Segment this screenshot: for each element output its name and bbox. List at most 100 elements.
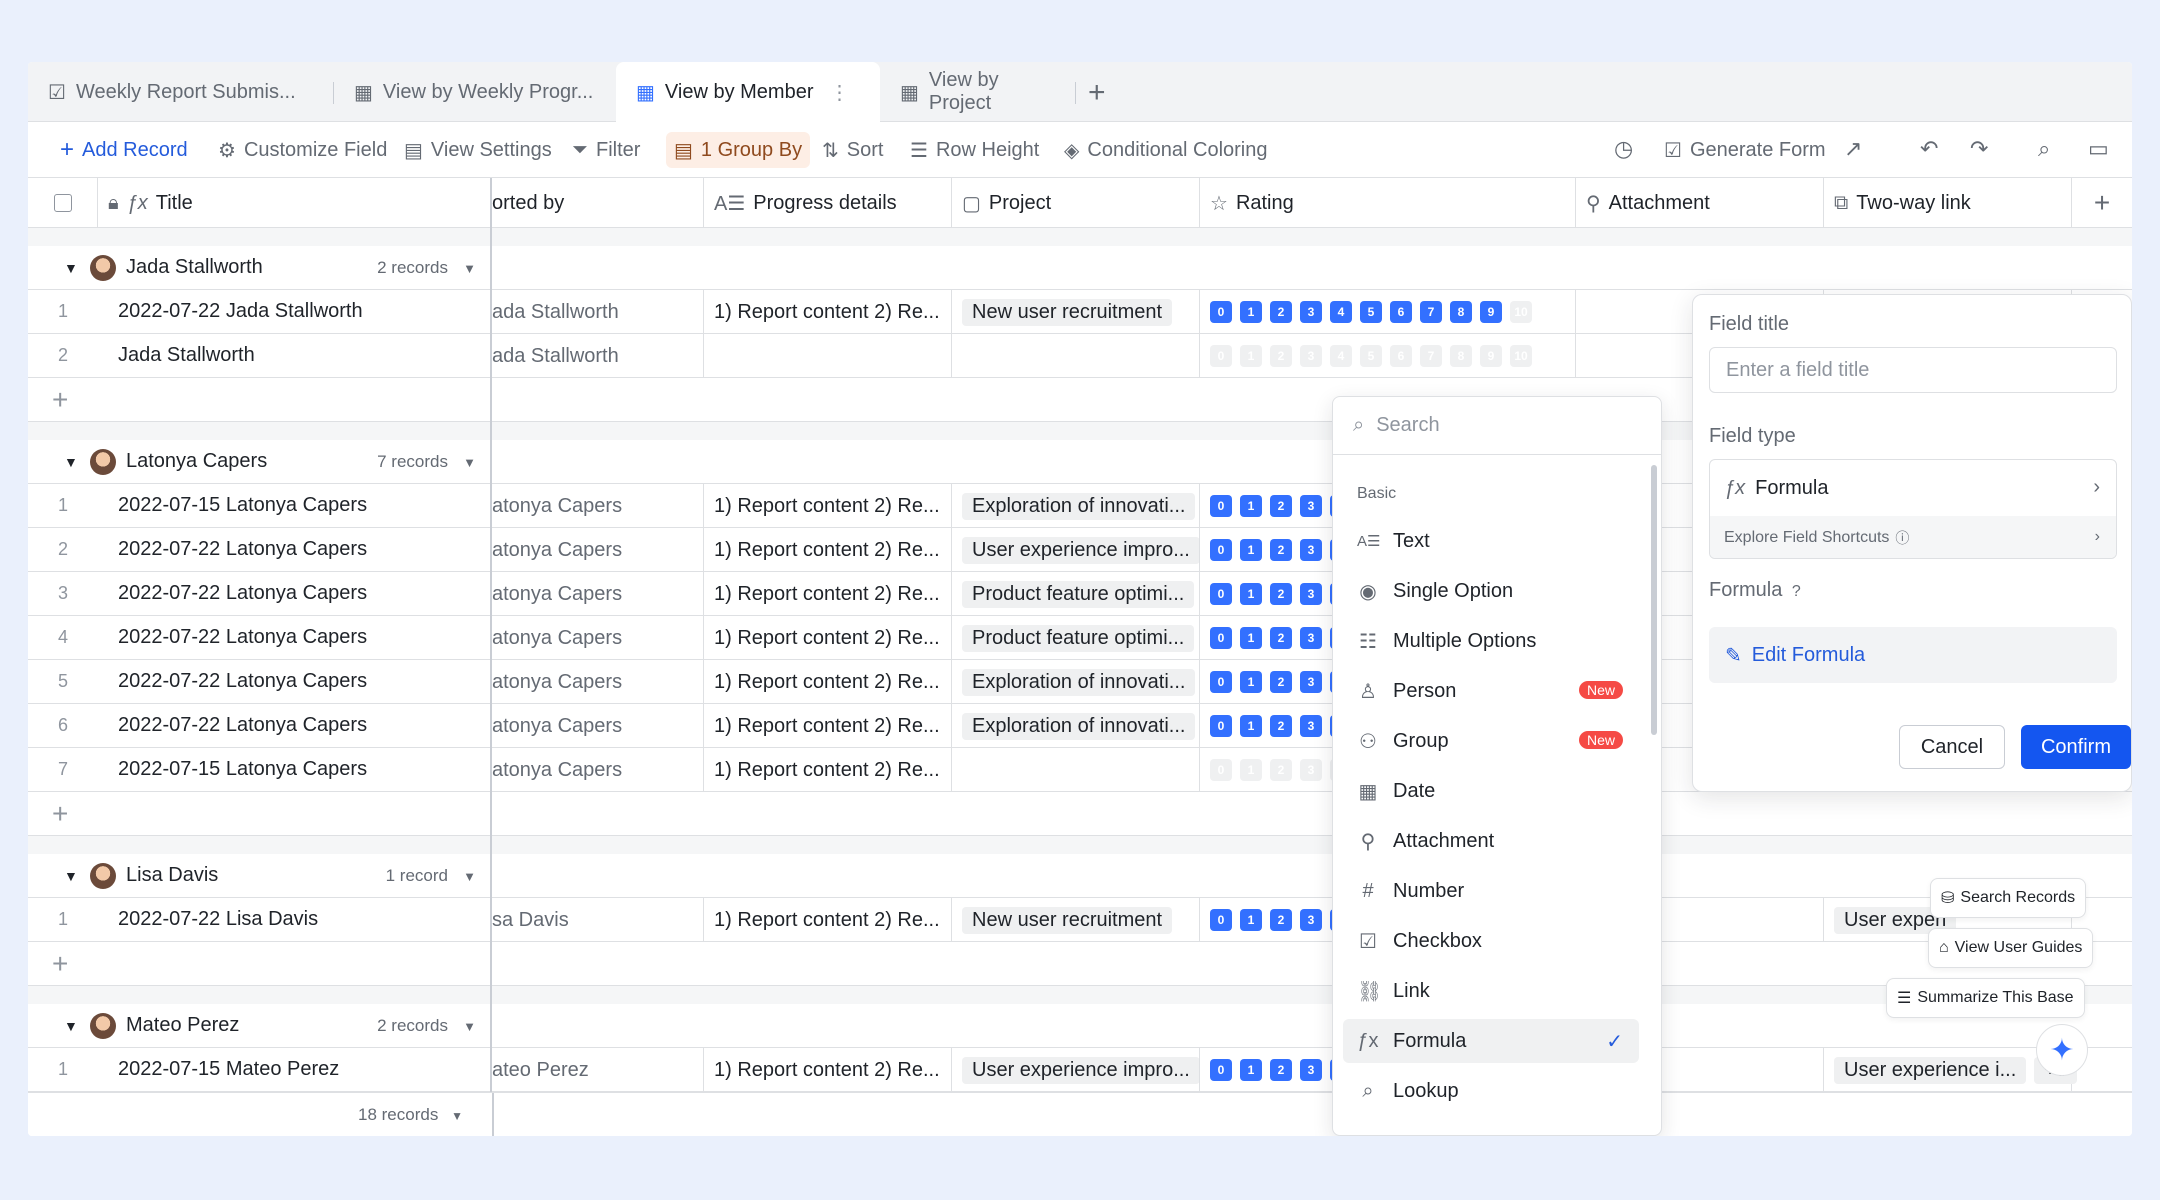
rating-box[interactable]: 2 bbox=[1270, 583, 1292, 605]
rating-box[interactable]: 0 bbox=[1210, 495, 1232, 517]
title-cell[interactable]: 2022-07-22 Latonya Capers bbox=[118, 714, 367, 737]
table-row[interactable]: 6 2022-07-22 Latonya Capers bbox=[28, 704, 490, 748]
rating-box[interactable]: 3 bbox=[1300, 301, 1322, 323]
rating-box[interactable]: 0 bbox=[1210, 627, 1232, 649]
project-cell[interactable]: Product feature optimi... bbox=[952, 572, 1200, 616]
rating-box[interactable]: 9 bbox=[1480, 301, 1502, 323]
table-row[interactable]: 1 2022-07-15 Mateo Perez bbox=[28, 1048, 490, 1092]
summarize-base-button[interactable]: ☰ Summarize This Base bbox=[1886, 978, 2085, 1018]
row-height-button[interactable]: ☰ Row Height bbox=[910, 122, 1039, 178]
rating-box[interactable]: 1 bbox=[1240, 301, 1262, 323]
rating-scale[interactable]: 01234 bbox=[1210, 539, 1352, 561]
rating-box[interactable]: 3 bbox=[1300, 495, 1322, 517]
rating-box[interactable]: 6 bbox=[1390, 345, 1412, 367]
rating-box[interactable]: 3 bbox=[1300, 627, 1322, 649]
generate-form-button[interactable]: ☑ Generate Form bbox=[1664, 122, 1826, 178]
rating-box[interactable]: 1 bbox=[1240, 583, 1262, 605]
rating-box[interactable]: 0 bbox=[1210, 345, 1232, 367]
tab-view-by-weekly-progress[interactable]: ▦ View by Weekly Progr... bbox=[334, 62, 624, 122]
share-icon[interactable]: ↗ bbox=[1844, 136, 1862, 162]
record-count[interactable]: 18 records ▼ bbox=[358, 1105, 463, 1125]
rating-scale[interactable]: 01234 bbox=[1210, 715, 1352, 737]
undo-icon[interactable]: ↶ bbox=[1920, 136, 1938, 162]
rating-box[interactable]: 3 bbox=[1300, 759, 1322, 781]
rating-box[interactable]: 1 bbox=[1240, 539, 1262, 561]
progress-cell[interactable]: 1) Report content 2) Re... bbox=[704, 572, 952, 616]
rating-box[interactable]: 0 bbox=[1210, 583, 1232, 605]
rating-box[interactable]: 10 bbox=[1510, 301, 1532, 323]
project-cell[interactable]: Product feature optimi... bbox=[952, 616, 1200, 660]
column-progress-details[interactable]: A☰ Progress details bbox=[704, 178, 952, 228]
reported-by-cell[interactable]: atonya Capers bbox=[492, 748, 704, 792]
group-header[interactable]: ▼ Mateo Perez 2 records ▼ bbox=[28, 1004, 490, 1048]
rating-scale[interactable]: 01234 bbox=[1210, 627, 1352, 649]
rating-box[interactable]: 3 bbox=[1300, 583, 1322, 605]
rating-box[interactable]: 2 bbox=[1270, 671, 1292, 693]
progress-cell[interactable]: 1) Report content 2) Re... bbox=[704, 528, 952, 572]
tab-view-by-project[interactable]: ▦ View by Project bbox=[880, 62, 1076, 122]
column-two-way-link[interactable]: ⧉ Two-way link bbox=[1824, 178, 2072, 228]
column-project[interactable]: ▢ Project bbox=[952, 178, 1200, 228]
plus-icon[interactable]: + bbox=[52, 798, 68, 830]
column-title[interactable]: 🔒︎ ƒx Title bbox=[98, 178, 492, 228]
collapse-icon[interactable]: ▼ bbox=[64, 260, 78, 276]
rating-box[interactable]: 9 bbox=[1480, 345, 1502, 367]
progress-cell[interactable]: 1) Report content 2) Re... bbox=[704, 290, 952, 334]
project-cell[interactable] bbox=[952, 334, 1200, 378]
title-cell[interactable]: 2022-07-22 Latonya Capers bbox=[118, 626, 367, 649]
title-cell[interactable]: 2022-07-22 Jada Stallworth bbox=[118, 300, 363, 323]
rating-box[interactable]: 2 bbox=[1270, 627, 1292, 649]
field-type-person[interactable]: ♙ Person New bbox=[1343, 669, 1639, 713]
column-attachment[interactable]: ⚲ Attachment bbox=[1576, 178, 1824, 228]
project-cell[interactable]: New user recruitment bbox=[952, 898, 1200, 942]
search-records-button[interactable]: ⛁ Search Records bbox=[1930, 878, 2087, 918]
project-cell[interactable]: Exploration of innovati... bbox=[952, 660, 1200, 704]
rating-scale[interactable]: 0 1 2 3 4 5 6 7 8 9 10 bbox=[1210, 301, 1532, 323]
redo-icon[interactable]: ↷ bbox=[1970, 136, 1988, 162]
rating-cell[interactable]: 0 1 2 3 4 5 6 7 8 9 10 bbox=[1200, 334, 1576, 378]
tab-weekly-report[interactable]: ☑ Weekly Report Submis... bbox=[28, 62, 334, 122]
reported-by-cell[interactable]: atonya Capers bbox=[492, 528, 704, 572]
ai-assistant-icon[interactable]: ✦ bbox=[2036, 1024, 2088, 1076]
chevron-down-icon[interactable]: ▼ bbox=[463, 455, 476, 470]
project-cell[interactable]: Exploration of innovati... bbox=[952, 484, 1200, 528]
rating-box[interactable]: 3 bbox=[1300, 909, 1322, 931]
reported-by-cell[interactable]: ateo Perez bbox=[492, 1048, 704, 1092]
table-row[interactable]: 1 2022-07-22 Jada Stallworth bbox=[28, 290, 490, 334]
rating-box[interactable]: 8 bbox=[1450, 345, 1472, 367]
add-view-icon[interactable]: + bbox=[1088, 76, 1106, 110]
rating-box[interactable]: 1 bbox=[1240, 715, 1262, 737]
rating-box[interactable]: 2 bbox=[1270, 495, 1292, 517]
plus-icon[interactable]: + bbox=[52, 948, 68, 980]
chevron-down-icon[interactable]: ▼ bbox=[463, 261, 476, 276]
rating-box[interactable]: 3 bbox=[1300, 671, 1322, 693]
rating-box[interactable]: 0 bbox=[1210, 539, 1232, 561]
table-row[interactable]: sa Davis 1) Report content 2) Re... New us… bbox=[492, 898, 2132, 942]
progress-cell[interactable]: 1) Report content 2) Re... bbox=[704, 898, 952, 942]
rating-box[interactable]: 3 bbox=[1300, 539, 1322, 561]
collapse-icon[interactable]: ▼ bbox=[64, 1018, 78, 1034]
table-row[interactable]: 7 2022-07-15 Latonya Capers bbox=[28, 748, 490, 792]
rating-box[interactable]: 1 bbox=[1240, 627, 1262, 649]
field-type-lookup[interactable]: ⌕ Lookup bbox=[1343, 1069, 1639, 1113]
field-type-single-option[interactable]: ◉ Single Option bbox=[1343, 569, 1639, 613]
progress-cell[interactable]: 1) Report content 2) Re... bbox=[704, 704, 952, 748]
table-row[interactable]: 3 2022-07-22 Latonya Capers bbox=[28, 572, 490, 616]
search-view-icon[interactable]: ⌕ bbox=[2038, 136, 2050, 162]
rating-box[interactable]: 5 bbox=[1360, 345, 1382, 367]
group-header[interactable]: ▼ Lisa Davis 1 record ▼ bbox=[28, 854, 490, 898]
field-type-multiple-options[interactable]: ☷ Multiple Options bbox=[1343, 619, 1639, 663]
field-type-attachment[interactable]: ⚲ Attachment bbox=[1343, 819, 1639, 863]
project-cell[interactable]: Exploration of innovati... bbox=[952, 704, 1200, 748]
project-cell[interactable]: User experience impro... bbox=[952, 528, 1200, 572]
add-row[interactable]: + bbox=[28, 378, 490, 422]
rating-box[interactable]: 2 bbox=[1270, 1059, 1292, 1081]
add-field-icon[interactable]: + bbox=[2072, 178, 2132, 228]
rating-box[interactable]: 1 bbox=[1240, 909, 1262, 931]
title-cell[interactable]: 2022-07-22 Latonya Capers bbox=[118, 582, 367, 605]
table-row[interactable]: 2 2022-07-22 Latonya Capers bbox=[28, 528, 490, 572]
explore-field-shortcuts[interactable]: Explore Field Shortcuts ⓘ › bbox=[1710, 516, 2116, 558]
rating-box[interactable]: 1 bbox=[1240, 759, 1262, 781]
rating-scale[interactable]: 01234 bbox=[1210, 495, 1352, 517]
project-cell[interactable] bbox=[952, 748, 1200, 792]
